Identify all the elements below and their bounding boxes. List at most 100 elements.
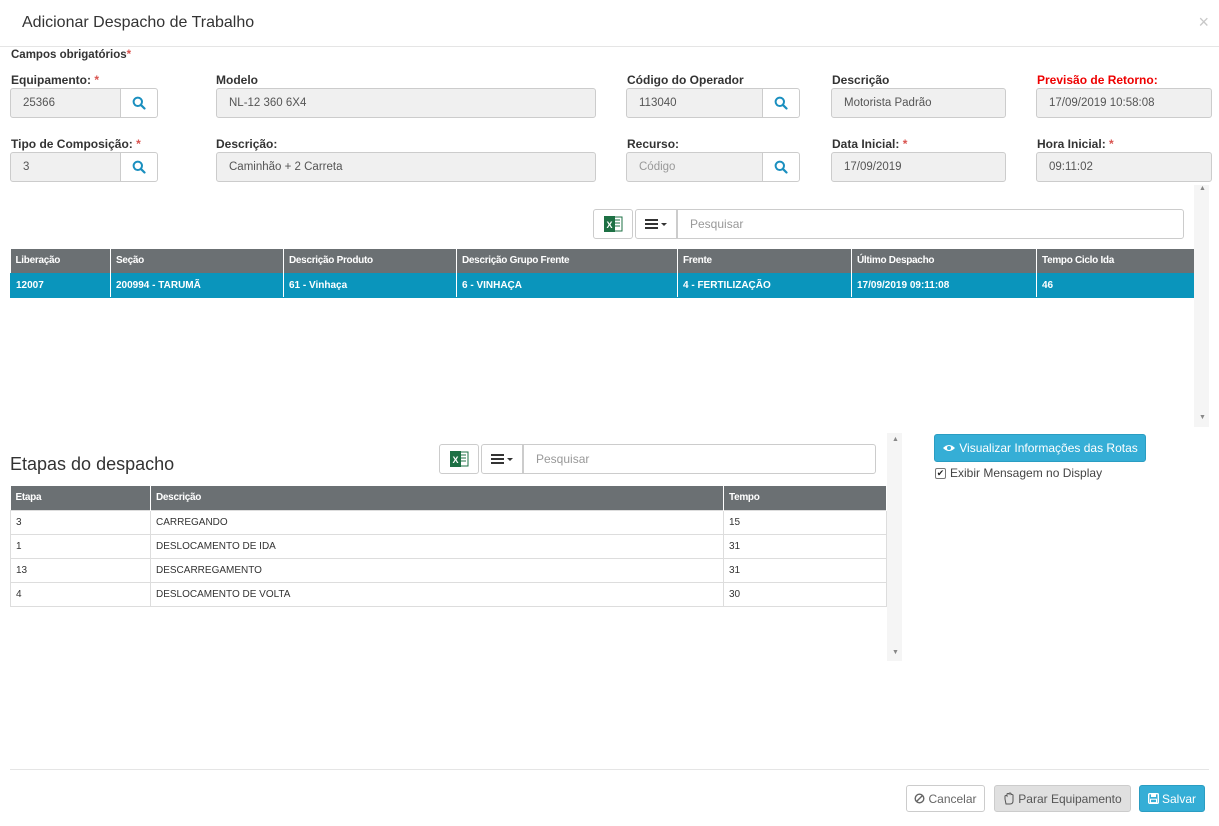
view-routes-button[interactable]: Visualizar Informações das Rotas — [934, 434, 1146, 462]
scroll-up-icon[interactable]: ▲ — [892, 436, 899, 443]
search-icon — [774, 160, 788, 174]
steps-table: Etapa Descrição Tempo 3 CARREGANDO 15 1 … — [10, 486, 887, 607]
column-header[interactable]: Descrição Produto — [283, 249, 457, 273]
eye-icon — [943, 445, 956, 451]
excel-export-button[interactable]: X — [439, 444, 479, 474]
table-row[interactable]: 3 CARREGANDO 15 — [10, 509, 887, 535]
resource-input[interactable] — [626, 152, 763, 182]
table-cell: 3 — [10, 509, 151, 535]
return-forecast-label: Previsão de Retorno: — [1037, 73, 1158, 87]
grid1-columns-menu-button[interactable] — [635, 209, 677, 239]
display-message-option[interactable]: ✔ Exibir Mensagem no Display — [935, 466, 1102, 480]
excel-icon: X — [450, 451, 469, 467]
table-cell: 31 — [723, 557, 887, 583]
grid1-toolbar: X Pesquisar — [593, 209, 1184, 239]
operator-description-field[interactable]: Motorista Padrão — [831, 88, 1006, 118]
svg-text:X: X — [606, 220, 612, 230]
table-row[interactable]: 12007 200994 - TARUMÃ 61 - Vinhaça 6 - V… — [10, 272, 1195, 298]
list-menu-icon — [645, 219, 667, 229]
close-icon[interactable]: × — [1198, 12, 1209, 33]
start-date-label: Data Inicial: * — [832, 137, 908, 151]
save-button[interactable]: Salvar — [1139, 785, 1205, 812]
return-forecast-field[interactable]: 17/09/2019 10:58:08 — [1036, 88, 1212, 118]
footer-divider — [10, 769, 1209, 770]
composition-description-field[interactable]: Caminhão + 2 Carreta — [216, 152, 596, 182]
table-cell: 13 — [10, 557, 151, 583]
steps-scrollbar[interactable]: ▲ ▼ — [887, 433, 902, 661]
search-icon — [132, 96, 146, 110]
table-cell: 15 — [723, 509, 887, 535]
scroll-up-icon[interactable]: ▲ — [1199, 185, 1206, 192]
liberation-table: Liberação Seção Descrição Produto Descri… — [10, 249, 1195, 298]
start-date-field[interactable]: 17/09/2019 — [831, 152, 1006, 182]
column-header[interactable]: Liberação — [10, 249, 111, 273]
column-header[interactable]: Descrição — [150, 486, 724, 510]
column-header[interactable]: Descrição Grupo Frente — [456, 249, 678, 273]
start-time-label: Hora Inicial: * — [1037, 137, 1114, 151]
composition-type-input[interactable]: 3 — [10, 152, 121, 182]
equipment-search-button[interactable] — [120, 88, 158, 118]
table-row[interactable]: 1 DESLOCAMENTO DE IDA 31 — [10, 533, 887, 559]
table-cell: 46 — [1036, 272, 1195, 298]
grid1-search-input[interactable]: Pesquisar — [677, 209, 1184, 239]
excel-export-button[interactable]: X — [593, 209, 633, 239]
scroll-down-icon[interactable]: ▼ — [1199, 414, 1206, 421]
steps-columns-menu-button[interactable] — [481, 444, 523, 474]
composition-description-label: Descrição: — [216, 137, 278, 151]
model-field[interactable]: NL-12 360 6X4 — [216, 88, 596, 118]
list-menu-icon — [491, 454, 513, 464]
scroll-down-icon[interactable]: ▼ — [892, 649, 899, 656]
steps-toolbar: X Pesquisar — [439, 444, 876, 474]
dialog-title: Adicionar Despacho de Trabalho — [22, 14, 255, 31]
column-header[interactable]: Tempo — [723, 486, 887, 510]
ban-icon — [914, 793, 925, 804]
equipment-input[interactable]: 25366 — [10, 88, 121, 118]
table-cell: 31 — [723, 533, 887, 559]
grid1-scrollbar[interactable]: ▲ ▼ — [1194, 185, 1209, 427]
start-time-field[interactable]: 09:11:02 — [1036, 152, 1212, 182]
operator-code-label: Código do Operador — [627, 73, 744, 87]
cancel-label: Cancelar — [928, 791, 977, 806]
table-cell: 1 — [10, 533, 151, 559]
table-cell: 12007 — [10, 272, 111, 298]
table-cell: 17/09/2019 09:11:08 — [851, 272, 1037, 298]
table-cell: DESLOCAMENTO DE IDA — [150, 533, 724, 559]
operator-search-button[interactable] — [762, 88, 800, 118]
excel-icon: X — [604, 216, 623, 232]
table-cell: 6 - VINHAÇA — [456, 272, 678, 298]
table-row[interactable]: 4 DESLOCAMENTO DE VOLTA 30 — [10, 581, 887, 607]
display-message-checkbox[interactable]: ✔ — [935, 467, 946, 479]
steps-section-title: Etapas do despacho — [10, 454, 175, 474]
stop-equipment-button[interactable]: Parar Equipamento — [994, 785, 1131, 812]
table-cell: 200994 - TARUMÃ — [110, 272, 284, 298]
save-label: Salvar — [1161, 791, 1196, 806]
cancel-button[interactable]: Cancelar — [906, 785, 985, 812]
operator-code-input[interactable]: 113040 — [626, 88, 763, 118]
column-header[interactable]: Tempo Ciclo Ida — [1036, 249, 1195, 273]
view-routes-label: Visualizar Informações das Rotas — [959, 441, 1138, 455]
composition-type-label: Tipo de Composição: * — [11, 137, 141, 151]
column-header[interactable]: Etapa — [10, 486, 151, 510]
resource-label: Recurso: — [627, 137, 680, 151]
svg-text:X: X — [452, 455, 458, 465]
table-cell: DESLOCAMENTO DE VOLTA — [150, 581, 724, 607]
dispatch-dialog: Adicionar Despacho de Trabalho × Campos … — [0, 0, 1219, 826]
table-cell: 61 - Vinhaça — [283, 272, 457, 298]
column-header[interactable]: Último Despacho — [851, 249, 1037, 273]
steps-search-input[interactable]: Pesquisar — [523, 444, 876, 474]
column-header[interactable]: Frente — [677, 249, 852, 273]
display-message-label: Exibir Mensagem no Display — [950, 466, 1103, 480]
table-cell: CARREGANDO — [150, 509, 724, 535]
model-label: Modelo — [216, 73, 258, 87]
dialog-header: Adicionar Despacho de Trabalho × — [0, 0, 1219, 47]
table-row[interactable]: 13 DESCARREGAMENTO 31 — [10, 557, 887, 583]
composition-search-button[interactable] — [120, 152, 158, 182]
required-fields-note: Campos obrigatórios* — [11, 49, 132, 61]
column-header[interactable]: Seção — [110, 249, 284, 273]
table-cell: 4 — [10, 581, 151, 607]
floppy-icon — [1147, 793, 1159, 804]
stop-equipment-label: Parar Equipamento — [1018, 791, 1122, 806]
table-header-row: Etapa Descrição Tempo — [10, 486, 887, 510]
resource-search-button[interactable] — [762, 152, 800, 182]
table-cell: DESCARREGAMENTO — [150, 557, 724, 583]
